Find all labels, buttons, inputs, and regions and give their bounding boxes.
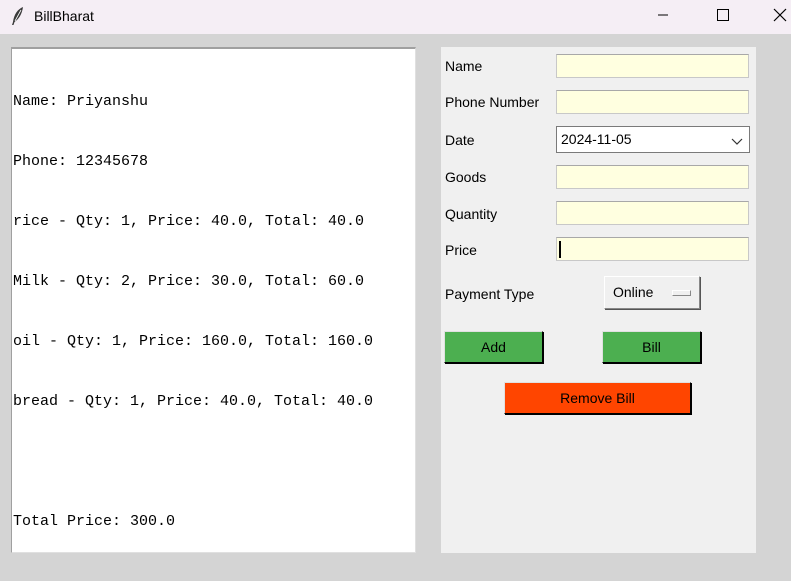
- phone-label: Phone Number: [445, 94, 540, 110]
- bill-output-textarea[interactable]: Name: Priyanshu Phone: 12345678 rice - Q…: [11, 47, 416, 553]
- remove-bill-button[interactable]: Remove Bill: [504, 382, 691, 414]
- maximize-icon: [717, 9, 729, 25]
- payment-type-label: Payment Type: [445, 286, 535, 302]
- form-panel: Name Phone Number Date 2024-11-05 Goods …: [441, 47, 756, 553]
- bill-line: Phone: 12345678: [13, 153, 149, 170]
- name-label: Name: [445, 58, 483, 74]
- maximize-button[interactable]: [700, 0, 746, 34]
- price-label: Price: [445, 242, 477, 258]
- quantity-label: Quantity: [445, 206, 498, 222]
- quantity-input[interactable]: [556, 201, 749, 225]
- title-bar: BillBharat: [0, 0, 791, 34]
- minimize-icon: [657, 9, 669, 25]
- add-button[interactable]: Add: [444, 331, 543, 363]
- minimize-button[interactable]: [640, 0, 686, 34]
- payment-type-dropdown[interactable]: Online: [604, 276, 700, 309]
- phone-input[interactable]: [556, 90, 749, 114]
- chevron-down-icon[interactable]: [731, 134, 743, 145]
- goods-input[interactable]: [556, 165, 749, 189]
- text-cursor: [559, 241, 561, 258]
- bill-line: [13, 452, 414, 472]
- bill-button[interactable]: Bill: [602, 331, 701, 363]
- bill-line: Total Price: 300.0: [13, 513, 176, 530]
- bill-line: Name: Priyanshu: [13, 93, 149, 110]
- date-picker[interactable]: 2024-11-05: [556, 126, 750, 153]
- bill-line: rice - Qty: 1, Price: 40.0, Total: 40.0: [13, 213, 365, 230]
- window-title: BillBharat: [34, 8, 94, 24]
- name-input[interactable]: [556, 54, 749, 78]
- date-label: Date: [445, 132, 475, 148]
- add-button-label: Add: [481, 339, 506, 355]
- option-menu-indicator-icon: [672, 290, 691, 296]
- bill-line: Milk - Qty: 2, Price: 30.0, Total: 60.0: [13, 273, 365, 290]
- remove-bill-button-label: Remove Bill: [560, 390, 635, 406]
- price-input[interactable]: [556, 237, 749, 261]
- date-value: 2024-11-05: [561, 131, 632, 147]
- bill-line: oil - Qty: 1, Price: 160.0, Total: 160.0: [13, 333, 374, 350]
- payment-type-value: Online: [613, 284, 654, 300]
- close-button[interactable]: [757, 0, 791, 34]
- close-icon: [773, 8, 787, 26]
- bill-line: bread - Qty: 1, Price: 40.0, Total: 40.0: [13, 393, 374, 410]
- goods-label: Goods: [445, 169, 487, 185]
- bill-button-label: Bill: [642, 339, 661, 355]
- feather-icon: [10, 6, 26, 26]
